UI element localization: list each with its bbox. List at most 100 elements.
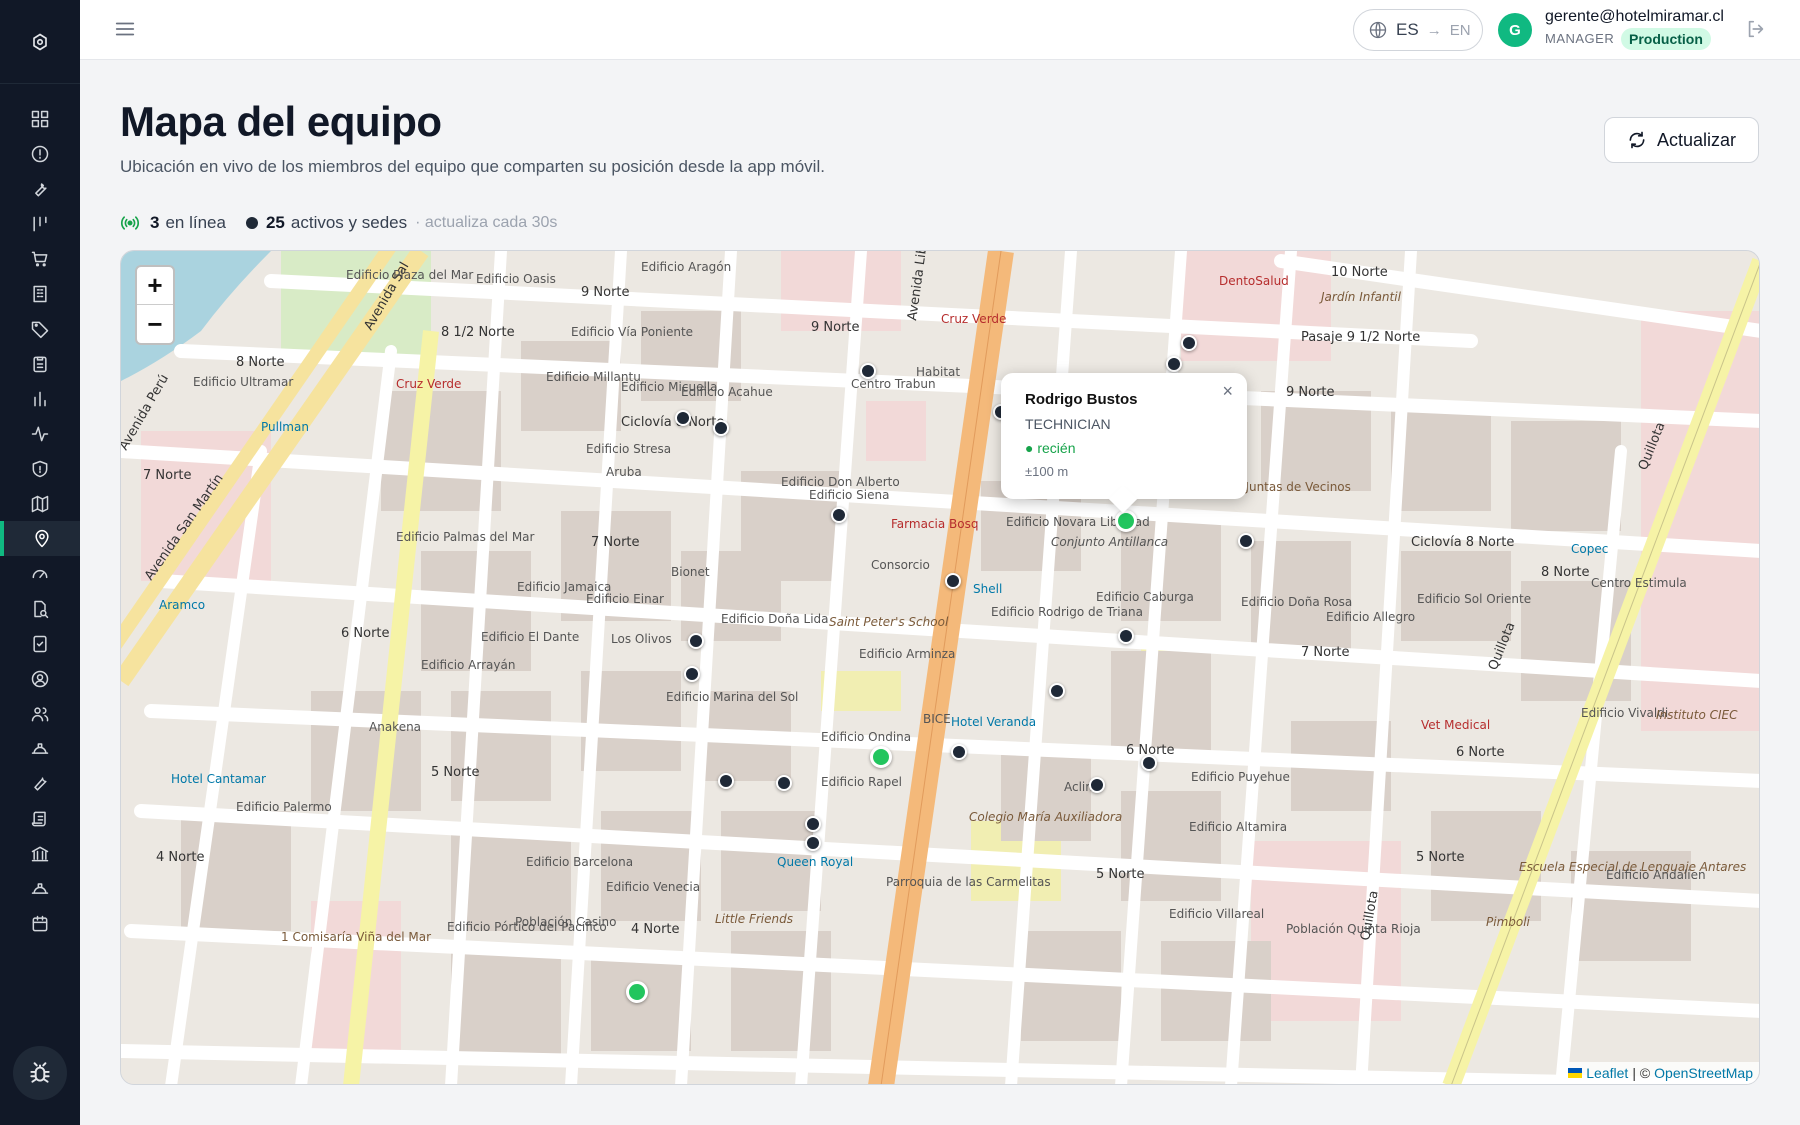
- asset-marker[interactable]: [688, 633, 704, 649]
- label-edificio-allegro: Edificio Allegro: [1326, 610, 1415, 624]
- label-4-norte-2: 4 Norte: [631, 922, 680, 937]
- team-map[interactable]: 9 Norte 8 1/2 Norte 8 Norte 7 Norte 9 No…: [120, 250, 1760, 1085]
- tag-icon: [31, 321, 49, 338]
- popup-member-name: Rodrigo Bustos: [1025, 391, 1138, 408]
- sidebar-item-tags[interactable]: [0, 311, 80, 346]
- asset-marker[interactable]: [951, 744, 967, 760]
- sidebar-item-profile[interactable]: [0, 661, 80, 696]
- asset-marker[interactable]: [945, 573, 961, 589]
- bug-report-button[interactable]: [13, 1046, 67, 1100]
- label-edificio-rapel: Edificio Rapel: [821, 775, 902, 789]
- label-hotel-veranda: Hotel Veranda: [951, 715, 1036, 729]
- bug-icon: [30, 1062, 50, 1083]
- helmet-icon: [31, 882, 49, 894]
- zoom-out-button[interactable]: −: [137, 305, 173, 343]
- gear-logo-icon: [33, 33, 47, 50]
- sidebar-item-reports[interactable]: [0, 381, 80, 416]
- sidebar-item-dashboard[interactable]: [0, 101, 80, 136]
- online-member-marker[interactable]: [870, 746, 892, 768]
- cart-icon: [31, 251, 48, 266]
- asset-marker[interactable]: [805, 835, 821, 851]
- leaflet-link[interactable]: Leaflet: [1586, 1065, 1628, 1081]
- asset-marker[interactable]: [776, 775, 792, 791]
- label-bice: BICE: [923, 712, 951, 726]
- label-pullman: Pullman: [261, 420, 309, 434]
- asset-marker[interactable]: [1238, 533, 1254, 549]
- label-edificio-venecia: Edificio Venecia: [606, 880, 700, 894]
- menu-toggle-button[interactable]: [114, 18, 136, 40]
- asset-marker[interactable]: [1089, 777, 1105, 793]
- sidebar-item-safety[interactable]: [0, 871, 80, 906]
- assets-label: activos y sedes: [290, 213, 408, 232]
- label-queen-royal: Queen Royal: [777, 855, 853, 869]
- asset-dot-icon: [245, 217, 258, 229]
- sidebar-item-maintenance[interactable]: [0, 171, 80, 206]
- sidebar-item-team-map[interactable]: [0, 521, 80, 556]
- lang-from: ES: [1396, 20, 1419, 39]
- refresh-icon: [1629, 131, 1645, 149]
- sidebar-item-tasks[interactable]: [0, 626, 80, 661]
- sidebar-item-checklists[interactable]: [0, 346, 80, 381]
- label-8-norte-2: 8 Norte: [1541, 565, 1590, 580]
- online-member-marker[interactable]: [626, 981, 648, 1003]
- asset-marker[interactable]: [831, 507, 847, 523]
- label-edificio-rodrigo-triana: Edificio Rodrigo de Triana: [991, 605, 1143, 619]
- sidebar-item-tools[interactable]: [0, 766, 80, 801]
- globe-icon: [1369, 21, 1387, 39]
- label-edificio-oasis: Edificio Oasis: [476, 272, 556, 286]
- sidebar-item-finance[interactable]: [0, 836, 80, 871]
- tool-icon: [34, 776, 47, 791]
- asset-marker[interactable]: [675, 410, 691, 426]
- app-logo[interactable]: [0, 0, 80, 84]
- asset-marker[interactable]: [1118, 628, 1134, 644]
- user-circle-icon: [31, 670, 49, 687]
- calendar-icon: [32, 915, 48, 931]
- sidebar-item-map[interactable]: [0, 486, 80, 521]
- label-6-norte: 6 Norte: [341, 626, 390, 641]
- online-member-marker[interactable]: [1115, 510, 1137, 532]
- label-edificio-stresa: Edificio Stresa: [586, 442, 671, 456]
- asset-marker[interactable]: [713, 420, 729, 436]
- label-aruba: Aruba: [606, 465, 642, 479]
- language-switcher[interactable]: ES → EN: [1353, 9, 1483, 51]
- refresh-button[interactable]: Actualizar: [1604, 117, 1759, 163]
- label-edificio-barcelona: Edificio Barcelona: [526, 855, 633, 869]
- asset-marker[interactable]: [684, 666, 700, 682]
- map-icon: [31, 495, 49, 512]
- asset-marker[interactable]: [860, 363, 876, 379]
- osm-link[interactable]: OpenStreetMap: [1654, 1065, 1753, 1081]
- sidebar-item-incidents[interactable]: [0, 136, 80, 171]
- label-pimboli: Pimboli: [1486, 915, 1531, 929]
- asset-marker[interactable]: [1181, 335, 1197, 351]
- avatar[interactable]: G: [1498, 13, 1532, 47]
- online-count: 3: [150, 213, 160, 232]
- page-subtitle: Ubicación en vivo de los miembros del eq…: [120, 157, 825, 176]
- asset-marker[interactable]: [1166, 356, 1182, 372]
- sidebar-item-buildings[interactable]: [0, 276, 80, 311]
- sidebar-item-security[interactable]: [0, 451, 80, 486]
- sidebar-item-contractors[interactable]: [0, 731, 80, 766]
- label-edificio-don-alberto: Edificio Don Alberto: [781, 475, 900, 489]
- popup-close-button[interactable]: ×: [1222, 381, 1233, 402]
- sidebar-item-calendar[interactable]: [0, 906, 80, 941]
- sidebar-item-board[interactable]: [0, 206, 80, 241]
- label-comisaria: 1 Comisaría Viña del Mar: [281, 930, 431, 944]
- label-edificio-acahue: Edificio Acahue: [681, 385, 773, 399]
- label-edificio-marina: Edificio Marina del Sol: [666, 690, 798, 704]
- sidebar-item-users[interactable]: [0, 696, 80, 731]
- label-5-norte-2: 5 Norte: [1096, 867, 1145, 882]
- sidebar-item-logs[interactable]: [0, 801, 80, 836]
- lang-to: EN: [1449, 21, 1471, 39]
- asset-marker[interactable]: [718, 773, 734, 789]
- asset-marker[interactable]: [1141, 755, 1157, 771]
- environment-badge: Production: [1621, 28, 1711, 50]
- asset-marker[interactable]: [805, 816, 821, 832]
- map-tiles[interactable]: 9 Norte 8 1/2 Norte 8 Norte 7 Norte 9 No…: [121, 251, 1760, 1085]
- sidebar-item-performance[interactable]: [0, 556, 80, 591]
- zoom-in-button[interactable]: +: [137, 267, 173, 305]
- sidebar-item-activity[interactable]: [0, 416, 80, 451]
- logout-button[interactable]: [1745, 18, 1767, 40]
- sidebar-item-purchases[interactable]: [0, 241, 80, 276]
- sidebar-item-audits[interactable]: [0, 591, 80, 626]
- asset-marker[interactable]: [1049, 683, 1065, 699]
